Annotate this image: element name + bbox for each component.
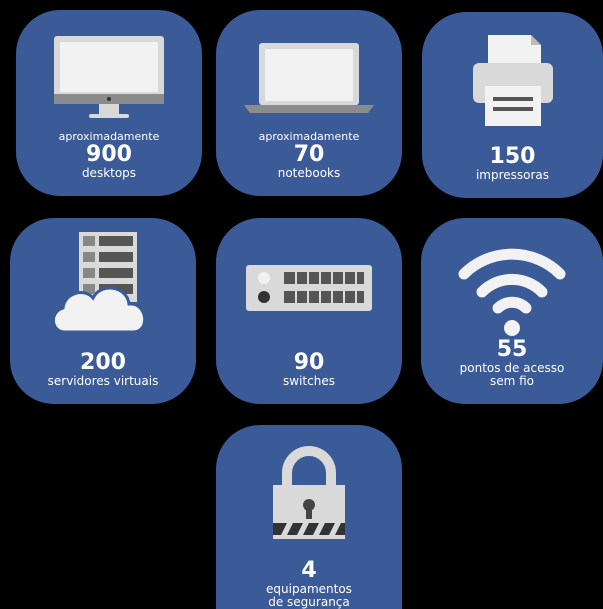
tile-security: 4 equipamentos de segurança — [216, 425, 402, 609]
switches-count: 90 — [293, 350, 325, 375]
wifi-count: 55 — [496, 337, 528, 362]
tile-wifi: 55 pontos de acesso sem fio — [421, 218, 603, 404]
security-count: 4 — [301, 558, 317, 583]
security-label-line2: de segurança — [268, 595, 350, 609]
server-cloud-icon — [10, 228, 196, 338]
servers-label: servidores virtuais — [47, 374, 159, 388]
laptop-icon — [216, 24, 402, 134]
tile-desktops: aproximadamente 900 desktops — [16, 10, 202, 196]
notebooks-count: 70 — [293, 142, 325, 167]
network-switch-icon — [216, 248, 402, 328]
servers-count: 200 — [80, 350, 126, 375]
switches-label: switches — [283, 374, 335, 388]
tile-printers: 150 impressoras — [422, 12, 603, 198]
desktops-count: 900 — [86, 142, 132, 167]
desktop-monitor-icon — [16, 24, 202, 134]
wifi-icon — [421, 236, 603, 336]
wifi-label-line2: sem fio — [489, 374, 535, 388]
printers-count: 150 — [489, 144, 536, 169]
printer-icon — [422, 26, 603, 136]
tile-servers: 200 servidores virtuais — [10, 218, 196, 404]
padlock-icon — [216, 443, 402, 543]
printers-label: impressoras — [475, 168, 550, 182]
notebooks-label: notebooks — [277, 166, 341, 180]
tile-switches: 90 switches — [216, 218, 402, 404]
tile-notebooks: aproximadamente 70 notebooks — [216, 10, 402, 196]
desktops-label: desktops — [81, 166, 137, 180]
